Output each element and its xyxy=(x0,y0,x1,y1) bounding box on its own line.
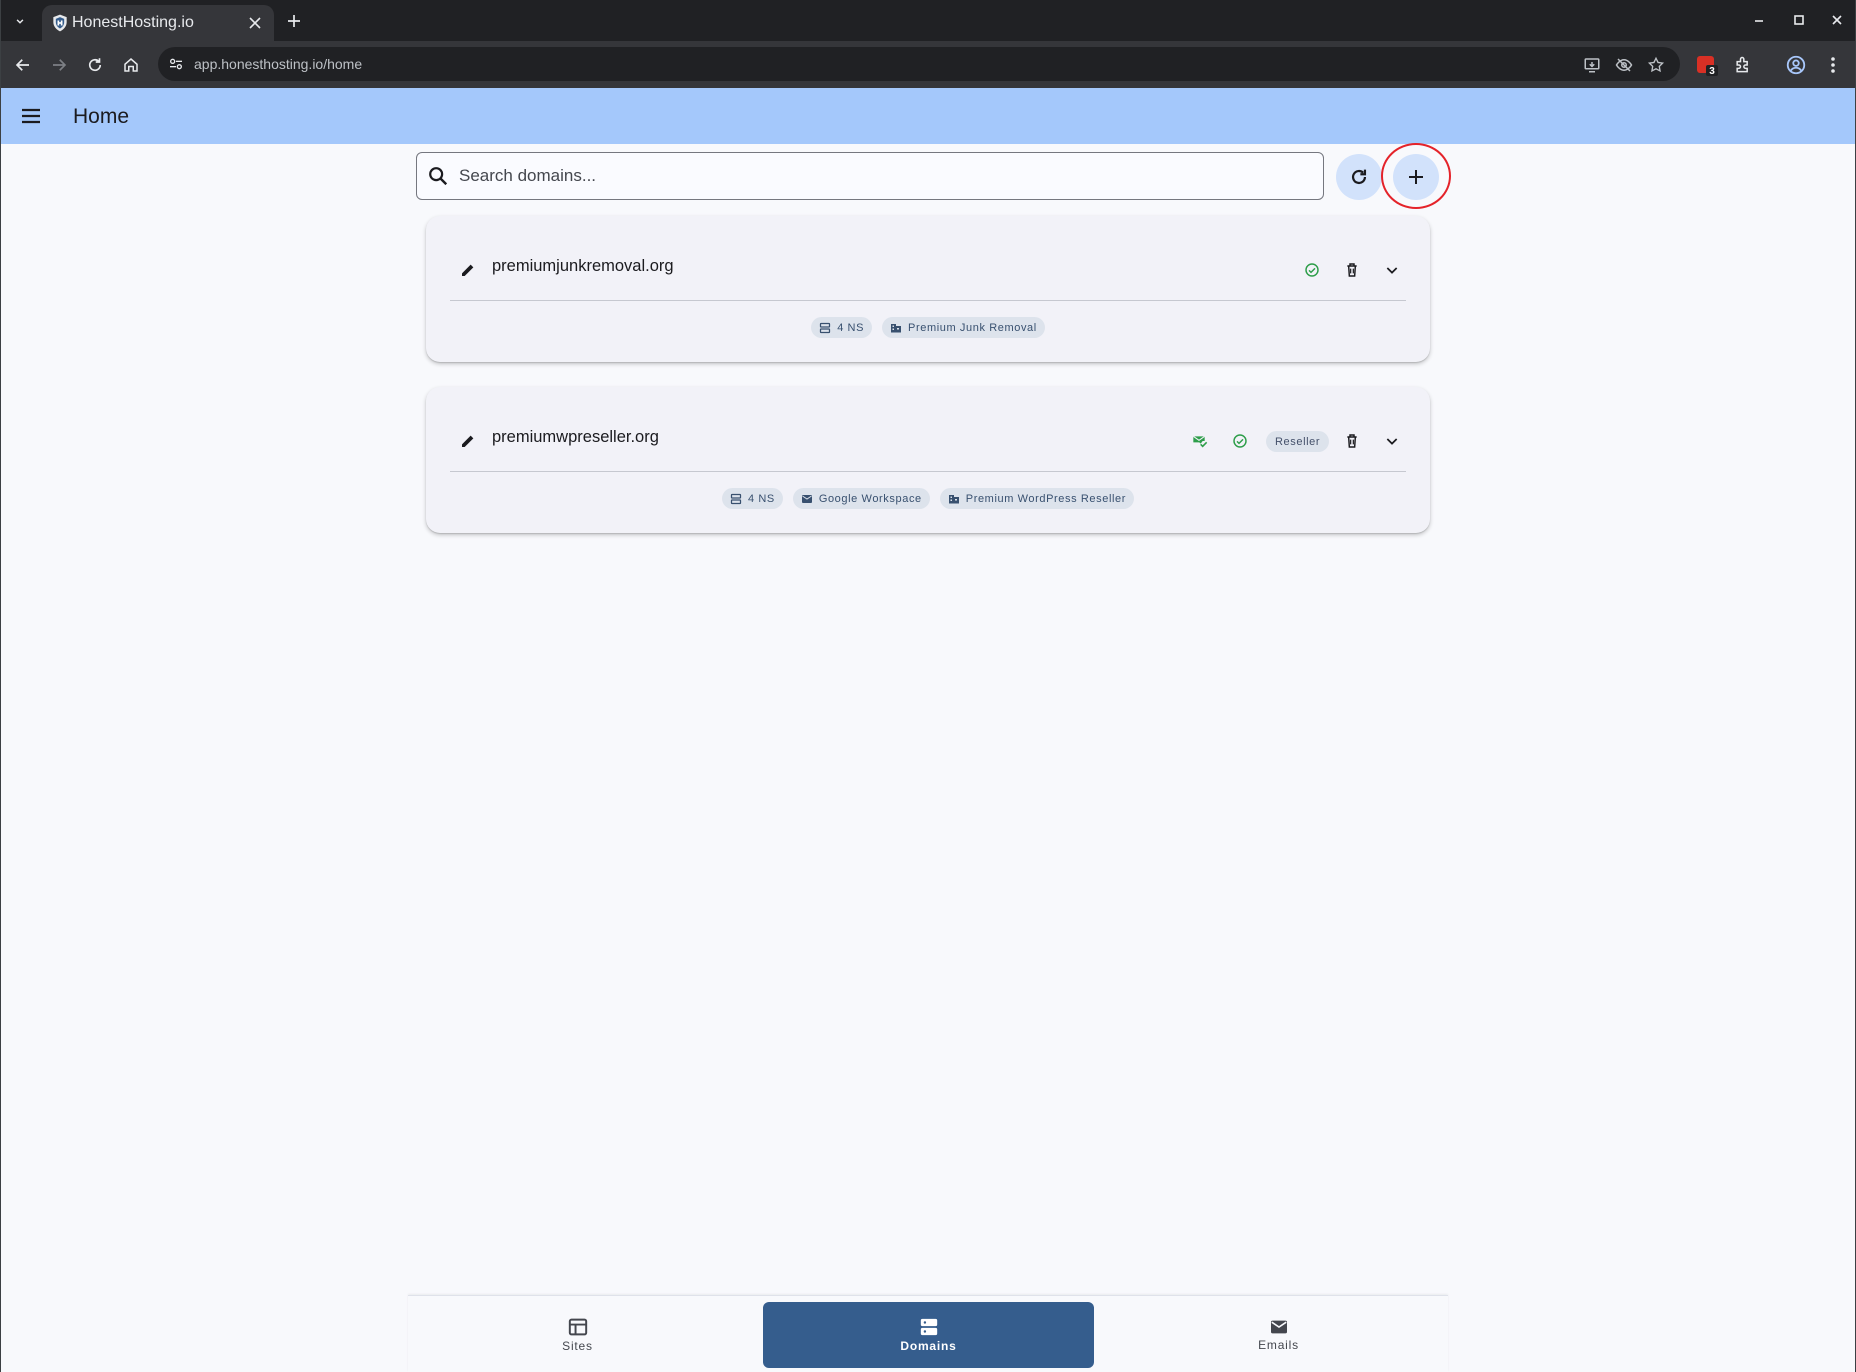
nav-label: Sites xyxy=(562,1338,593,1353)
bottom-navigation: Sites Domains Emails xyxy=(408,1295,1448,1372)
chip-label: Premium WordPress Reseller xyxy=(965,492,1127,505)
url-text[interactable]: app.honesthosting.io/home xyxy=(194,56,362,72)
home-button[interactable] xyxy=(116,50,146,80)
maximize-button[interactable] xyxy=(1786,8,1812,32)
trash-icon xyxy=(1347,434,1357,448)
pencil-icon xyxy=(462,264,474,276)
chip-label: 4 NS xyxy=(747,492,775,505)
refresh-button[interactable] xyxy=(1336,154,1382,200)
pencil-icon xyxy=(462,435,474,447)
domain-name: premiumwpreseller.org xyxy=(492,428,659,446)
chip-label: Google Workspace xyxy=(818,492,922,505)
chevron-down-icon xyxy=(16,19,24,24)
close-window-button[interactable] xyxy=(1824,8,1850,32)
search-field[interactable] xyxy=(416,152,1324,200)
reload-button[interactable] xyxy=(80,50,110,80)
trash-icon xyxy=(1347,263,1357,277)
add-domain-button[interactable] xyxy=(1393,154,1439,200)
chevron-down-icon xyxy=(1386,267,1398,274)
organization-chip: Premium WordPress Reseller xyxy=(939,488,1135,509)
edit-domain-button[interactable] xyxy=(456,429,480,453)
dns-icon xyxy=(920,1318,937,1335)
browser-menu-icon[interactable] xyxy=(1820,52,1846,78)
domain-chips: 4 NS Premium Junk Removal xyxy=(426,317,1430,338)
menu-button[interactable] xyxy=(17,102,45,130)
delete-domain-button[interactable] xyxy=(1340,258,1364,282)
role-badge: Reseller xyxy=(1266,431,1330,452)
chevron-down-icon xyxy=(1386,438,1398,445)
forward-button[interactable] xyxy=(44,50,74,80)
organization-chip: Premium Junk Removal xyxy=(882,317,1045,338)
check-circle-icon xyxy=(1300,258,1324,282)
expand-domain-button[interactable] xyxy=(1380,258,1404,282)
mail-icon xyxy=(801,494,812,503)
site-info-icon[interactable] xyxy=(166,54,186,74)
edit-domain-button[interactable] xyxy=(456,258,480,282)
domain-chips: 4 NS Google Workspace Premium WordPress … xyxy=(426,488,1430,509)
minimize-button[interactable] xyxy=(1746,8,1772,32)
page-title: Home xyxy=(73,105,130,128)
nav-label: Domains xyxy=(900,1338,957,1353)
chip-label: Premium Junk Removal xyxy=(908,321,1037,334)
hamburger-menu-icon xyxy=(22,108,40,124)
minimize-icon xyxy=(1755,20,1763,22)
app-bar: Home xyxy=(1,88,1855,144)
new-tab-button[interactable] xyxy=(282,9,306,33)
extension-badge-count: 3 xyxy=(1709,66,1715,77)
bookmark-star-icon[interactable] xyxy=(1645,54,1667,76)
nav-item-emails[interactable]: Emails xyxy=(1113,1302,1444,1368)
domain-card: premiumjunkremoval.org 4 NS Premium Junk… xyxy=(426,216,1430,362)
close-icon xyxy=(1832,15,1842,25)
mail-icon xyxy=(1270,1320,1287,1333)
plus-icon xyxy=(288,15,300,27)
domain-name: premiumjunkremoval.org xyxy=(492,257,674,275)
email-provider-chip: Google Workspace xyxy=(792,488,930,509)
domain-card: premiumwpreseller.org Reseller 4 NS Goog… xyxy=(426,387,1430,533)
check-circle-icon xyxy=(1228,429,1252,453)
nav-item-domains[interactable]: Domains xyxy=(763,1302,1094,1368)
profile-icon[interactable] xyxy=(1783,52,1809,78)
web-icon xyxy=(568,1318,587,1335)
browser-tab-strip: HonestHosting.io xyxy=(0,0,1856,41)
arrow-forward-icon xyxy=(53,59,67,71)
dns-icon xyxy=(820,322,831,333)
address-bar[interactable]: app.honesthosting.io/home xyxy=(158,47,1680,81)
card-divider xyxy=(450,300,1406,301)
tab-title: HonestHosting.io xyxy=(72,14,194,31)
install-app-icon[interactable] xyxy=(1581,54,1603,76)
tab-search-button[interactable] xyxy=(6,8,34,34)
chip-label: 4 NS xyxy=(837,321,865,334)
plus-icon xyxy=(1409,170,1423,184)
browser-toolbar: app.honesthosting.io/home 3 xyxy=(0,41,1856,88)
delete-domain-button[interactable] xyxy=(1340,429,1364,453)
home-icon xyxy=(124,58,138,72)
nameserver-chip: 4 NS xyxy=(811,317,873,338)
business-icon xyxy=(948,494,959,503)
tab-close-icon[interactable] xyxy=(246,14,264,32)
nav-label: Emails xyxy=(1258,1337,1299,1352)
eye-off-icon[interactable] xyxy=(1613,54,1635,76)
maximize-icon xyxy=(1794,15,1804,25)
business-icon xyxy=(891,323,902,332)
back-button[interactable] xyxy=(8,50,38,80)
dns-icon xyxy=(730,493,742,504)
nameserver-chip: 4 NS xyxy=(721,488,783,509)
expand-domain-button[interactable] xyxy=(1380,429,1404,453)
reload-icon xyxy=(88,58,102,72)
card-divider xyxy=(450,471,1406,472)
arrow-back-icon xyxy=(15,59,29,71)
mark-email-read-icon xyxy=(1188,429,1212,453)
browser-tab[interactable]: HonestHosting.io xyxy=(42,5,274,41)
extension-badge-icon[interactable]: 3 xyxy=(1694,52,1720,78)
nav-item-sites[interactable]: Sites xyxy=(412,1302,743,1368)
extensions-puzzle-icon[interactable] xyxy=(1730,52,1756,78)
favicon-icon xyxy=(50,13,70,33)
window-border xyxy=(0,0,1856,1372)
search-input[interactable] xyxy=(459,153,1309,198)
refresh-icon xyxy=(1351,169,1367,185)
search-icon xyxy=(429,167,448,186)
